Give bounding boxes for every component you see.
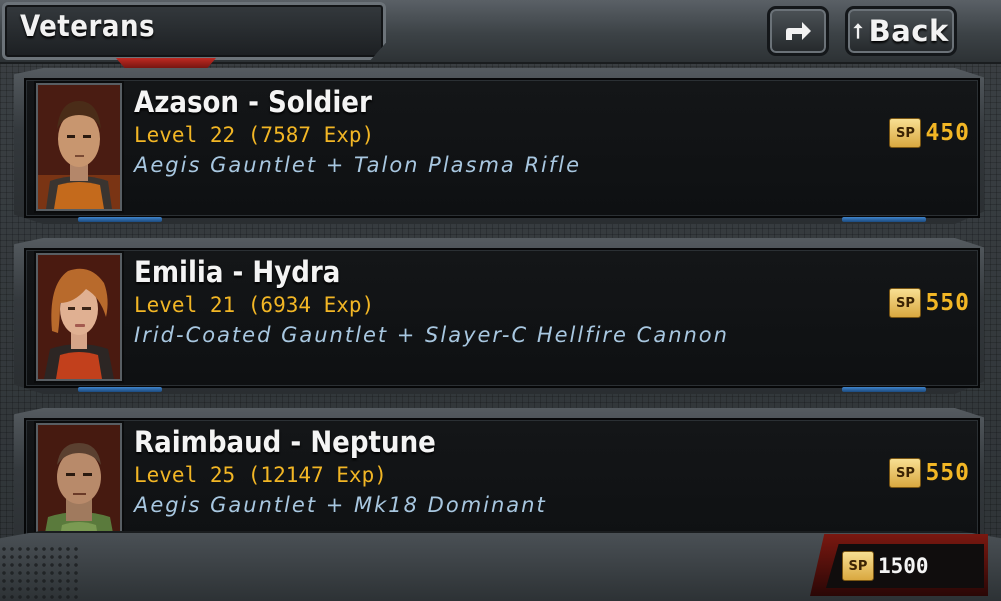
total-sp-value: 1500: [878, 554, 929, 578]
sp-cost: SP 550: [889, 458, 970, 488]
veteran-row-emilia[interactable]: Emilia - Hydra Level 21 (6934 Exp) Irid-…: [24, 248, 980, 392]
row-accent-strip: [842, 217, 926, 222]
sp-icon: SP: [842, 551, 874, 581]
row-accent-strip: [78, 387, 162, 392]
share-button[interactable]: [767, 6, 829, 56]
sp-icon: SP: [889, 288, 922, 318]
back-button-label: Back: [868, 14, 949, 48]
veteran-name: Emilia - Hydra: [134, 255, 341, 289]
veteran-name: Raimbaud - Neptune: [134, 425, 436, 459]
veteran-name: Azason - Soldier: [134, 85, 372, 119]
up-arrow-icon: ⭡: [853, 19, 863, 43]
sp-icon: SP: [889, 458, 922, 488]
veteran-level: Level 25 (12147 Exp): [134, 463, 387, 487]
share-arrow-icon: [786, 22, 811, 40]
sp-icon: SP: [889, 118, 922, 148]
sp-value: 450: [925, 120, 970, 146]
row-accent-strip: [78, 217, 162, 222]
back-button[interactable]: ⭡ Back: [845, 6, 957, 56]
veteran-level: Level 21 (6934 Exp): [134, 293, 375, 317]
row-accent-strip: [842, 387, 926, 392]
total-sp-display: SP 1500: [826, 544, 984, 588]
veteran-loadout: Irid-Coated Gauntlet + Slayer-C Hellfire…: [134, 323, 729, 347]
portrait-azason: [36, 83, 122, 211]
footer-grip-texture: [0, 545, 80, 601]
veterans-screen: Veterans ⭡ Back Azason - Soldier Level 2…: [0, 0, 1001, 601]
veteran-loadout: Aegis Gauntlet + Mk18 Dominant: [134, 493, 547, 517]
sp-value: 550: [925, 460, 970, 486]
veteran-row-azason[interactable]: Azason - Soldier Level 22 (7587 Exp) Aeg…: [24, 78, 980, 222]
sp-cost: SP 450: [889, 118, 970, 148]
page-title: Veterans: [20, 9, 156, 43]
sp-value: 550: [925, 290, 970, 316]
veteran-level: Level 22 (7587 Exp): [134, 123, 375, 147]
sp-cost: SP 550: [889, 288, 970, 318]
portrait-emilia: [36, 253, 122, 381]
veteran-loadout: Aegis Gauntlet + Talon Plasma Rifle: [134, 153, 582, 177]
